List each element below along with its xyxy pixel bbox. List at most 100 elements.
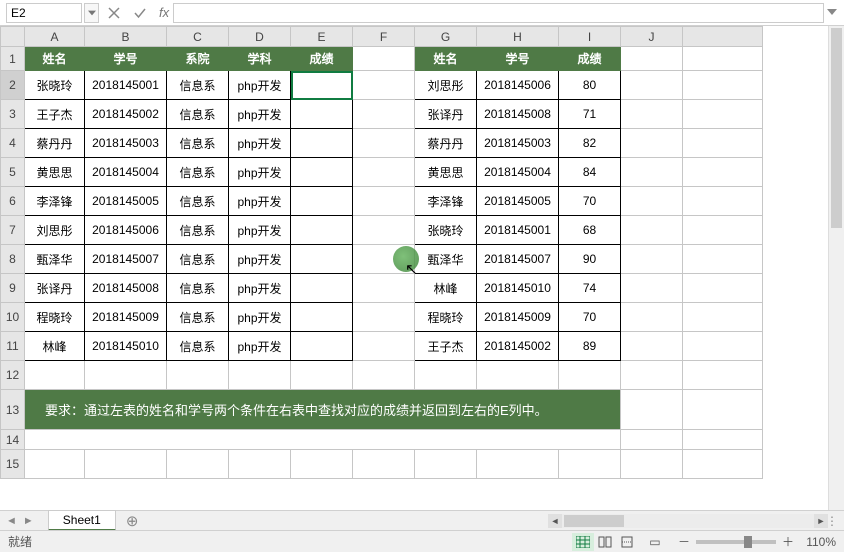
cell[interactable]: 2018145003 — [85, 129, 167, 158]
cell[interactable]: 王子杰 — [25, 100, 85, 129]
select-all-corner[interactable] — [1, 27, 25, 47]
cell[interactable] — [353, 216, 415, 245]
cell[interactable] — [25, 430, 621, 450]
cell[interactable]: php开发 — [229, 303, 291, 332]
row-header[interactable]: 4 — [1, 129, 25, 158]
cell[interactable]: 黄思思 — [25, 158, 85, 187]
cell[interactable] — [683, 129, 763, 158]
col-header[interactable]: H — [477, 27, 559, 47]
cell[interactable] — [291, 450, 353, 479]
cell[interactable]: 89 — [559, 332, 621, 361]
cell[interactable]: 学科 — [229, 47, 291, 71]
cell[interactable]: 林峰 — [25, 332, 85, 361]
grid[interactable]: A B C D E F G H I J 1 姓名 学号 系院 学科 成绩 姓名 … — [0, 26, 763, 479]
zoom-out-button[interactable]: － — [678, 533, 690, 550]
add-sheet-button[interactable]: ⊕ — [126, 512, 139, 530]
cell[interactable] — [353, 187, 415, 216]
cell[interactable] — [291, 245, 353, 274]
cell[interactable] — [291, 303, 353, 332]
cell[interactable]: php开发 — [229, 332, 291, 361]
cell[interactable] — [621, 187, 683, 216]
row-header[interactable]: 14 — [1, 430, 25, 450]
tab-nav-next-icon[interactable]: ► — [23, 515, 34, 527]
cell[interactable]: 信息系 — [167, 245, 229, 274]
cell[interactable] — [291, 129, 353, 158]
cell[interactable] — [683, 332, 763, 361]
cell[interactable]: 甄泽华 — [415, 245, 477, 274]
cell[interactable] — [415, 361, 477, 390]
cell[interactable] — [291, 187, 353, 216]
row-header[interactable]: 11 — [1, 332, 25, 361]
cell[interactable] — [683, 187, 763, 216]
row-header[interactable]: 1 — [1, 47, 25, 71]
spreadsheet-area[interactable]: A B C D E F G H I J 1 姓名 学号 系院 学科 成绩 姓名 … — [0, 26, 828, 510]
cell[interactable] — [621, 390, 683, 430]
cell[interactable]: 信息系 — [167, 129, 229, 158]
cell[interactable]: 71 — [559, 100, 621, 129]
cell[interactable]: 张晓玲 — [415, 216, 477, 245]
cell[interactable]: 2018145005 — [85, 187, 167, 216]
cell[interactable] — [291, 274, 353, 303]
view-page-layout-button[interactable] — [594, 533, 616, 551]
cell[interactable]: 2018145004 — [85, 158, 167, 187]
cell[interactable]: 信息系 — [167, 100, 229, 129]
name-box[interactable] — [6, 3, 82, 23]
row-header[interactable]: 12 — [1, 361, 25, 390]
cell[interactable] — [353, 129, 415, 158]
cell[interactable]: 2018145006 — [477, 71, 559, 100]
cell[interactable] — [683, 158, 763, 187]
cell[interactable]: 系院 — [167, 47, 229, 71]
cell[interactable]: 信息系 — [167, 332, 229, 361]
col-header[interactable]: D — [229, 27, 291, 47]
formula-bar-expand-icon[interactable] — [824, 4, 840, 20]
confirm-formula-button[interactable] — [129, 3, 151, 23]
cell[interactable]: php开发 — [229, 274, 291, 303]
cell[interactable] — [229, 450, 291, 479]
cell[interactable]: php开发 — [229, 216, 291, 245]
cell[interactable]: 信息系 — [167, 71, 229, 100]
cell[interactable]: 2018145009 — [85, 303, 167, 332]
cell[interactable] — [291, 100, 353, 129]
cell[interactable] — [353, 158, 415, 187]
cell[interactable]: 2018145007 — [477, 245, 559, 274]
cell[interactable]: 刘思彤 — [25, 216, 85, 245]
cell[interactable]: 80 — [559, 71, 621, 100]
formula-input[interactable] — [173, 3, 824, 23]
name-box-dropdown[interactable] — [84, 3, 99, 23]
cell[interactable]: 信息系 — [167, 216, 229, 245]
cell[interactable] — [477, 450, 559, 479]
scrollbar-thumb[interactable] — [831, 28, 842, 228]
cell[interactable]: 84 — [559, 158, 621, 187]
cell[interactable] — [353, 332, 415, 361]
cell[interactable] — [621, 216, 683, 245]
cell[interactable]: 90 — [559, 245, 621, 274]
cell[interactable]: 2018145009 — [477, 303, 559, 332]
cell[interactable] — [353, 450, 415, 479]
cell[interactable]: 2018145006 — [85, 216, 167, 245]
col-header[interactable]: E — [291, 27, 353, 47]
cell[interactable] — [683, 47, 763, 71]
cell[interactable] — [353, 71, 415, 100]
cell[interactable]: 程晓玲 — [25, 303, 85, 332]
cell[interactable] — [683, 71, 763, 100]
cell[interactable] — [683, 100, 763, 129]
cell[interactable]: 张译丹 — [415, 100, 477, 129]
cell[interactable] — [683, 245, 763, 274]
row-header[interactable]: 13 — [1, 390, 25, 430]
cell[interactable] — [621, 129, 683, 158]
cell[interactable]: 70 — [559, 187, 621, 216]
cell[interactable]: 2018145002 — [85, 100, 167, 129]
cell[interactable] — [621, 245, 683, 274]
cell[interactable]: 程晓玲 — [415, 303, 477, 332]
zoom-in-button[interactable]: ＋ — [782, 533, 794, 550]
horizontal-scrollbar[interactable]: ◄ ► — [548, 514, 828, 528]
row-header[interactable]: 2 — [1, 71, 25, 100]
zoom-label[interactable]: 110% — [800, 535, 836, 549]
cell[interactable] — [353, 361, 415, 390]
cell[interactable]: 信息系 — [167, 187, 229, 216]
row-header[interactable]: 6 — [1, 187, 25, 216]
row-header[interactable]: 7 — [1, 216, 25, 245]
view-fullscreen-button[interactable]: ▭ — [644, 533, 666, 551]
cell[interactable] — [291, 216, 353, 245]
cell[interactable]: 2018145008 — [477, 100, 559, 129]
